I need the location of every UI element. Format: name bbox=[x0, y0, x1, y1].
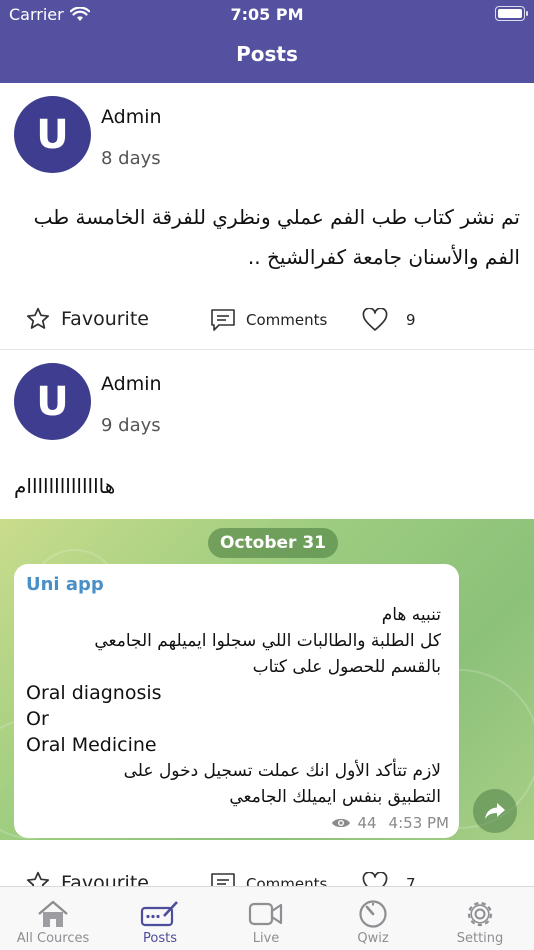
tab-label: All Cources bbox=[16, 931, 90, 946]
header-bar: Carrier 7:05 PM Posts bbox=[0, 0, 534, 83]
post-author[interactable]: Admin bbox=[101, 373, 162, 395]
favourite-button[interactable]: Favourite bbox=[25, 306, 149, 332]
like-count: 9 bbox=[406, 311, 416, 329]
post-age: 8 days bbox=[101, 148, 161, 169]
comments-label: Comments bbox=[246, 311, 328, 329]
status-time: 7:05 PM bbox=[230, 5, 304, 24]
comments-button[interactable]: Comments bbox=[210, 308, 327, 332]
tab-bar: All Cources Posts Live Qwiz Setting bbox=[0, 886, 534, 950]
tab-label: Live bbox=[252, 931, 280, 946]
message-line: تنبيه هام bbox=[381, 605, 441, 625]
home-icon bbox=[36, 899, 70, 929]
avatar-letter: U bbox=[36, 378, 69, 425]
tab-qwiz[interactable]: Qwiz bbox=[320, 887, 426, 950]
post-age: 9 days bbox=[101, 415, 161, 436]
eye-icon bbox=[332, 818, 351, 828]
page-title: Posts bbox=[236, 42, 298, 66]
like-button[interactable]: 9 bbox=[362, 308, 416, 332]
message-text-top: تنبيه هام كل الطلبة والطالبات اللي سجلوا… bbox=[26, 602, 441, 680]
avatar[interactable]: U bbox=[14, 96, 91, 173]
avatar-letter: U bbox=[36, 111, 69, 158]
posts-icon bbox=[140, 899, 180, 929]
view-count: 44 bbox=[357, 814, 377, 832]
avatar[interactable]: U bbox=[14, 363, 91, 440]
comment-icon bbox=[211, 309, 235, 331]
post-actions: Favourite Comments 9 bbox=[0, 300, 534, 340]
post-card: U Admin 8 days تم نشر كتاب طب الفم عملي … bbox=[0, 83, 534, 349]
favourite-label: Favourite bbox=[61, 308, 149, 330]
gauge-icon bbox=[358, 899, 388, 929]
battery-icon bbox=[495, 6, 528, 21]
status-bar: Carrier 7:05 PM bbox=[0, 0, 534, 28]
message-line: Or bbox=[26, 708, 49, 730]
tab-posts[interactable]: Posts bbox=[107, 887, 213, 950]
tab-setting[interactable]: Setting bbox=[427, 887, 533, 950]
star-icon bbox=[26, 307, 50, 329]
share-icon bbox=[473, 789, 517, 833]
date-badge: October 31 bbox=[208, 528, 338, 558]
post-text: هاااااااااااااام bbox=[14, 474, 116, 498]
message-text-bottom: لازم تتأكد الأول انك عملت تسجيل دخول على… bbox=[26, 758, 441, 810]
message-bubble: Uni app تنبيه هام كل الطلبة والطالبات ال… bbox=[14, 564, 459, 838]
post-text: تم نشر كتاب طب الفم عملي ونظري للفرقة ال… bbox=[33, 205, 520, 269]
tab-all-cources[interactable]: All Cources bbox=[0, 887, 106, 950]
tab-label: Qwiz bbox=[357, 931, 389, 946]
message-text-english: Oral diagnosis Or Oral Medicine bbox=[26, 680, 162, 758]
message-line: Oral diagnosis bbox=[26, 682, 162, 704]
video-camera-icon bbox=[248, 899, 284, 929]
message-line: التطبيق بنفس ايميلك الجامعي bbox=[229, 787, 441, 807]
message-line: بالقسم للحصول على كتاب bbox=[252, 657, 441, 677]
tab-live[interactable]: Live bbox=[213, 887, 319, 950]
post-author[interactable]: Admin bbox=[101, 106, 162, 128]
message-line: كل الطلبة والطالبات اللي سجلوا ايميلهم ا… bbox=[94, 631, 441, 651]
message-line: Oral Medicine bbox=[26, 734, 157, 756]
message-line: لازم تتأكد الأول انك عملت تسجيل دخول على bbox=[123, 761, 441, 781]
gear-icon bbox=[465, 899, 495, 929]
post-image[interactable]: October 31 Uni app تنبيه هام كل الطلبة و… bbox=[0, 519, 534, 840]
message-time: 4:53 PM bbox=[388, 814, 449, 832]
tab-label: Posts bbox=[143, 931, 177, 946]
heart-icon bbox=[362, 308, 388, 331]
tab-label: Setting bbox=[456, 931, 504, 946]
message-sender: Uni app bbox=[26, 574, 104, 595]
message-meta: 44 4:53 PM bbox=[331, 814, 449, 832]
